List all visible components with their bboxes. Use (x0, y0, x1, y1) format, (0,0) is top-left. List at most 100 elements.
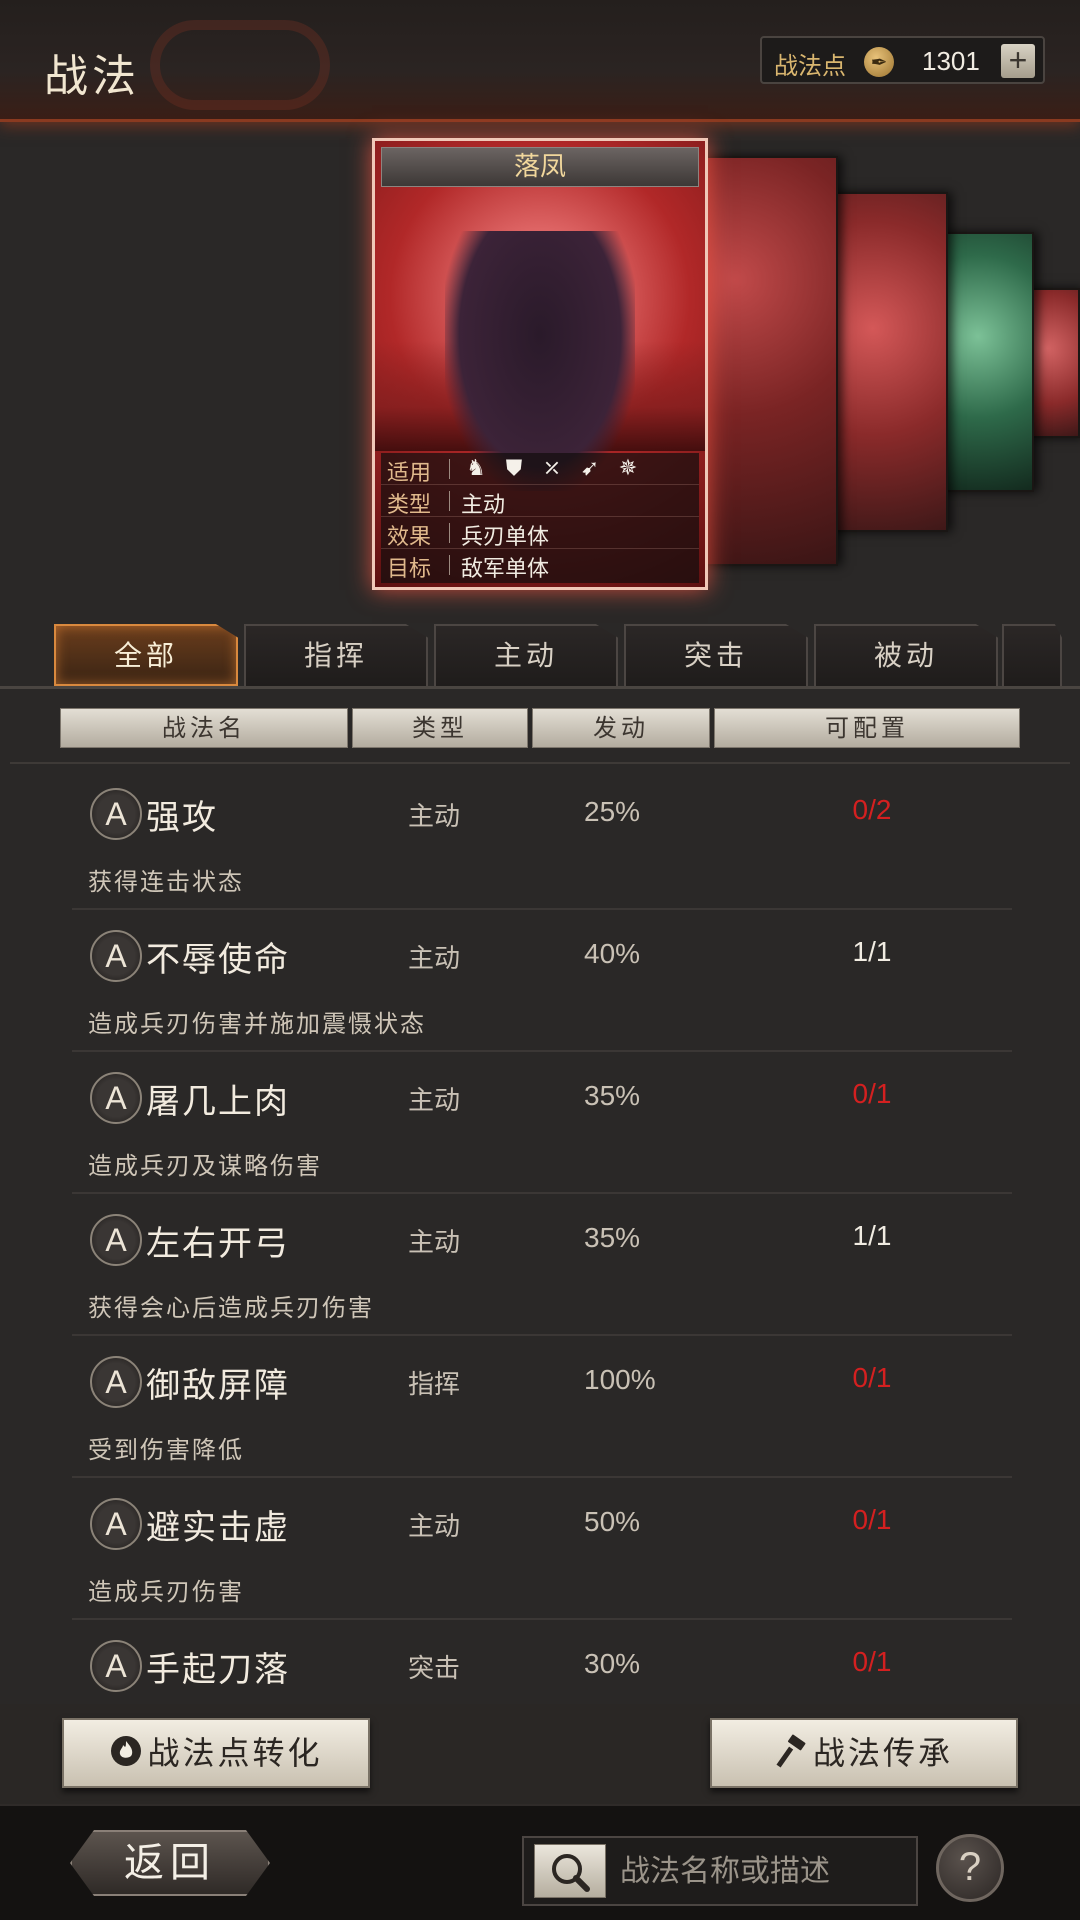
grade-a-icon: A (90, 788, 142, 840)
tactic-card-preview[interactable] (822, 192, 948, 532)
tab-all[interactable]: 全部 (54, 624, 238, 686)
tactic-name: 避实击虚 (146, 1508, 290, 1548)
grade-a-icon: A (90, 930, 142, 982)
points-label: 战法点 (774, 52, 846, 80)
tab-assault[interactable]: 突击 (624, 624, 808, 686)
tactic-description: 获得会心后造成兵刃伤害 (88, 1294, 374, 1322)
info-row-effect: 效果 兵刃单体 (381, 517, 699, 550)
list-item[interactable]: A 强攻 主动 25% 0/2 获得连击状态 (72, 768, 1012, 910)
grade-a-icon: A (90, 1356, 142, 1408)
tactic-available: 0/2 (852, 794, 892, 825)
shield-icon: ⛊ (505, 456, 523, 481)
list-item[interactable]: A 左右开弓 主动 35% 1/1 获得会心后造成兵刃伤害 (72, 1194, 1012, 1336)
bow-icon: ⤫ (542, 456, 562, 481)
page-title: 战法 (44, 51, 140, 102)
tactic-rate: 30% (584, 1648, 641, 1679)
column-header-available[interactable]: 可配置 (714, 708, 1020, 748)
list-item[interactable]: A 御敌屏障 指挥 100% 0/1 受到伤害降低 (72, 1336, 1012, 1478)
action-bar: 战法点转化 战法传承 (0, 1704, 1080, 1804)
tactic-available: 0/1 (852, 1078, 892, 1109)
grade-a-icon: A (90, 1498, 142, 1550)
info-value: 兵刃单体 (461, 525, 550, 550)
info-key: 类型 (387, 493, 432, 518)
column-header-type[interactable]: 类型 (352, 708, 528, 748)
tactic-type: 指挥 (408, 1370, 461, 1400)
inherit-tactic-button[interactable]: 战法传承 (710, 1718, 1018, 1788)
tactic-points-panel: 战法点 ✒ 1301 + (760, 36, 1045, 84)
tactics-list[interactable]: A 强攻 主动 25% 0/2 获得连击状态 A 不辱使命 主动 40% 1/1… (0, 768, 1080, 1704)
tactic-description: 造成兵刃伤害并施加震慑状态 (88, 1010, 426, 1038)
tab-command[interactable]: 指挥 (244, 624, 428, 686)
search-icon (552, 1854, 590, 1892)
divider (10, 762, 1070, 764)
tab-more[interactable] (1002, 624, 1062, 686)
list-item[interactable]: A 手起刀落 突击 30% 0/1 (72, 1620, 1012, 1704)
add-points-button[interactable]: + (1001, 44, 1035, 78)
category-tabs: 全部 指挥 主动 突击 被动 (54, 624, 1080, 688)
list-item[interactable]: A 避实击虚 主动 50% 0/1 造成兵刃伤害 (72, 1478, 1012, 1620)
info-key: 效果 (387, 525, 432, 550)
column-header-name[interactable]: 战法名 (60, 708, 348, 748)
tactic-available: 0/1 (852, 1362, 892, 1393)
tactic-type: 主动 (408, 802, 461, 832)
general-silhouette (445, 231, 635, 491)
divider (0, 686, 1080, 689)
tactic-name: 左右开弓 (146, 1224, 290, 1264)
tactic-rate: 50% (584, 1506, 641, 1537)
info-row-applicable: 适用 ♞ ⛊ ⤫ ➹ ✵ (381, 453, 699, 486)
tactic-card-preview[interactable] (690, 156, 838, 566)
tab-active[interactable]: 主动 (434, 624, 618, 686)
grade-a-icon: A (90, 1640, 142, 1692)
tactic-rate: 40% (584, 938, 641, 969)
info-value: 主动 (461, 493, 506, 518)
selected-tactic-card[interactable]: 落凤 适用 ♞ ⛊ ⤫ ➹ ✵ 类型 主动 效果 兵刃单体 目标 敌军单体 (372, 138, 708, 590)
info-separator (449, 459, 450, 479)
tactic-available: 1/1 (852, 936, 892, 967)
convert-points-button[interactable]: 战法点转化 (62, 1718, 370, 1788)
tactic-rate: 100% (584, 1364, 656, 1395)
column-headers: 战法名 类型 发动 可配置 (60, 708, 1020, 748)
list-item[interactable]: A 屠几上肉 主动 35% 0/1 造成兵刃及谋略伤害 (72, 1052, 1012, 1194)
header-bar: 战法 战法点 ✒ 1301 + (0, 0, 1080, 122)
inherit-tactic-label: 战法传承 (812, 1734, 953, 1772)
tactic-description: 获得连击状态 (88, 868, 244, 896)
tactic-name: 屠几上肉 (146, 1082, 290, 1122)
search-button[interactable] (534, 1844, 606, 1898)
tactic-name: 御敌屏障 (146, 1366, 290, 1406)
cavalry-icon: ♞ (466, 456, 486, 481)
info-separator (449, 555, 450, 575)
tactic-description: 造成兵刃伤害 (88, 1578, 244, 1606)
card-title: 落凤 (381, 147, 699, 187)
tactic-type: 主动 (408, 1086, 461, 1116)
tactic-card-preview[interactable] (940, 232, 1034, 492)
tactic-rate: 35% (584, 1080, 641, 1111)
tactic-name: 强攻 (146, 798, 218, 838)
convert-points-label: 战法点转化 (147, 1734, 323, 1772)
search-input[interactable] (620, 1846, 910, 1896)
back-button[interactable]: 返回 (70, 1830, 270, 1896)
footer-bar: 返回 ? (0, 1804, 1080, 1920)
info-row-type: 类型 主动 (381, 485, 699, 518)
header-ornament (150, 20, 330, 110)
tactic-card-carousel[interactable]: 落凤 适用 ♞ ⛊ ⤫ ➹ ✵ 类型 主动 效果 兵刃单体 目标 敌军单体 (0, 124, 1080, 604)
search-box (522, 1836, 918, 1906)
flame-icon (111, 1736, 142, 1766)
tactic-type: 主动 (408, 1228, 461, 1258)
tactic-name: 不辱使命 (146, 940, 290, 980)
list-item[interactable]: A 不辱使命 主动 40% 1/1 造成兵刃伤害并施加震慑状态 (72, 910, 1012, 1052)
unit-icons: ♞ ⛊ ⤫ ➹ ✵ (461, 455, 651, 483)
tactic-name: 手起刀落 (146, 1650, 290, 1690)
tactic-rate: 35% (584, 1222, 641, 1253)
tactic-available: 0/1 (852, 1646, 892, 1677)
info-value: 敌军单体 (461, 557, 550, 582)
tactic-available: 0/1 (852, 1504, 892, 1535)
tactic-rate: 25% (584, 796, 641, 827)
spear-icon: ➹ (580, 456, 600, 481)
tactic-type: 突击 (408, 1654, 461, 1684)
tactic-description: 受到伤害降低 (88, 1436, 244, 1464)
column-header-rate[interactable]: 发动 (532, 708, 710, 748)
info-separator (449, 523, 450, 543)
grade-a-icon: A (90, 1214, 142, 1266)
tab-passive[interactable]: 被动 (814, 624, 998, 686)
help-button[interactable]: ? (936, 1834, 1004, 1902)
